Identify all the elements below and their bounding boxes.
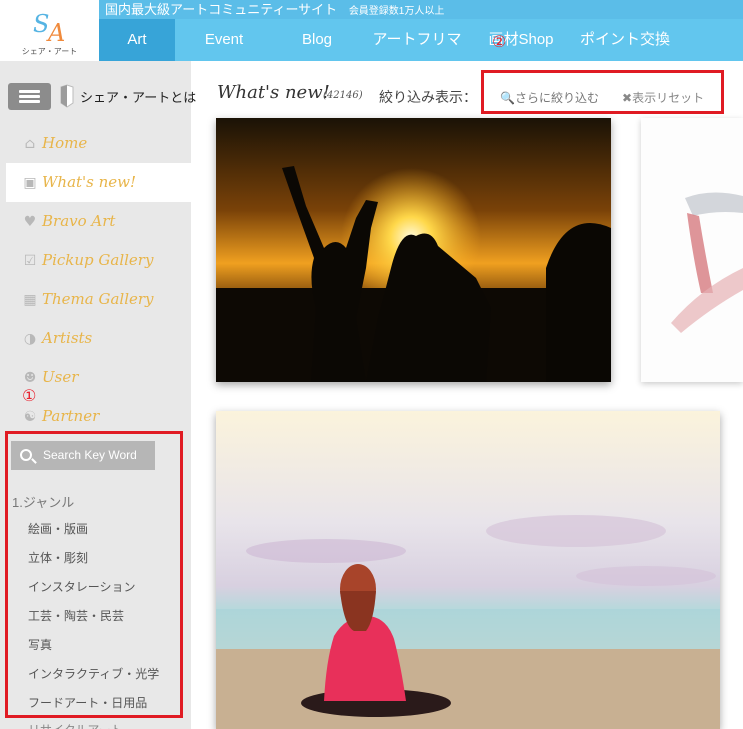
hamburger-menu-button[interactable] (8, 83, 51, 110)
sidebar-item-label: Pickup Gallery (42, 251, 154, 269)
nav-art-flea-market[interactable]: アートフリマ (367, 19, 467, 61)
palette-icon: ◑ (23, 331, 37, 347)
genre-item[interactable]: 工芸・陶芸・民芸 (28, 607, 124, 624)
sidebar-item-home[interactable]: ⌂ Home (6, 124, 191, 163)
nav-point-exchange[interactable]: ポイント交換 (577, 19, 673, 61)
sidebar-item-thema-gallery[interactable]: ▦ Thema Gallery (6, 280, 191, 319)
sidebar-item-whats-new[interactable]: ▣ What's new! (6, 163, 191, 202)
image-icon: ▣ (23, 175, 37, 191)
sidebar-item-label: Home (42, 134, 88, 152)
genre-item[interactable]: インスタレーション (28, 578, 136, 595)
genre-heading: 1.ジャンル (12, 495, 75, 510)
search-icon: 🔍 (500, 91, 515, 105)
heart-icon: ♥ (23, 214, 37, 230)
annotation-marker-2: ② (492, 34, 507, 51)
genre-item[interactable]: 絵画・版画 (28, 520, 88, 537)
page-title: What's new! (217, 82, 330, 103)
sidebar-item-bravo-art[interactable]: ♥ Bravo Art (6, 202, 191, 241)
member-count: 会員登録数1万人以上 (348, 6, 445, 17)
genre-item[interactable]: インタラクティブ・光学 (28, 665, 159, 682)
artwork-image-abstract (641, 118, 743, 382)
site-tagline: 国内最大級アートコミュニティーサイト (105, 2, 338, 17)
filter-label: 絞り込み表示： (379, 89, 477, 105)
leaf-icon (60, 84, 74, 108)
genre-item[interactable]: フードアート・日用品 (28, 694, 147, 711)
checkbox-icon: ☑ (23, 253, 37, 269)
nav-art[interactable]: Art (99, 19, 175, 61)
close-icon: ✖ (622, 91, 633, 105)
about-link[interactable]: シェア・アートとは (80, 87, 196, 106)
nav-blog[interactable]: Blog (279, 19, 355, 61)
genre-item-partial[interactable]: リサイクルアート (28, 721, 123, 729)
reset-filter-button[interactable]: ✖表示リセット (622, 89, 704, 106)
sidebar-item-label: Bravo Art (42, 212, 116, 230)
artwork-card[interactable] (216, 118, 611, 382)
search-keyword-label: Search Key Word (43, 448, 137, 462)
site-logo[interactable]: S A シェア・アート (0, 0, 99, 61)
logo-caption: シェア・アート (21, 47, 78, 56)
reset-filter-label: 表示リセット (632, 91, 705, 105)
refine-filter-button[interactable]: 🔍さらに絞り込む (500, 89, 599, 106)
artwork-image-sunset (216, 118, 611, 382)
artwork-card[interactable] (641, 118, 743, 382)
item-count: (42146) (323, 90, 363, 101)
sidebar-item-label: Artists (42, 329, 93, 347)
sidebar-item-label: What's new! (42, 173, 137, 191)
search-keyword-button[interactable]: Search Key Word (11, 441, 155, 470)
search-icon (20, 449, 32, 461)
sidebar-item-label: Thema Gallery (42, 290, 154, 308)
sidebar-item-label: Partner (42, 407, 100, 425)
logo-mark: S A (33, 10, 65, 44)
svg-text:S: S (33, 10, 49, 38)
main-nav: Art Event Blog アートフリマ 画材Shop ポイント交換 (99, 19, 743, 61)
svg-text:A: A (46, 19, 65, 44)
genre-item[interactable]: 写真 (28, 636, 52, 653)
picture-icon: ▦ (23, 292, 37, 308)
sidebar-item-label: User (42, 368, 79, 386)
sidebar-item-artists[interactable]: ◑ Artists (6, 319, 191, 358)
home-icon: ⌂ (24, 136, 36, 152)
refine-filter-label: さらに絞り込む (514, 91, 599, 105)
annotation-marker-1: ① (22, 388, 37, 405)
artwork-image-beach-meditation (216, 411, 720, 729)
nav-event[interactable]: Event (185, 19, 263, 61)
genre-item[interactable]: 立体・彫刻 (28, 549, 88, 566)
top-banner: 国内最大級アートコミュニティーサイト 会員登録数1万人以上 (99, 0, 743, 19)
artwork-card[interactable] (216, 411, 720, 729)
sidebar-item-pickup-gallery[interactable]: ☑ Pickup Gallery (6, 241, 191, 280)
